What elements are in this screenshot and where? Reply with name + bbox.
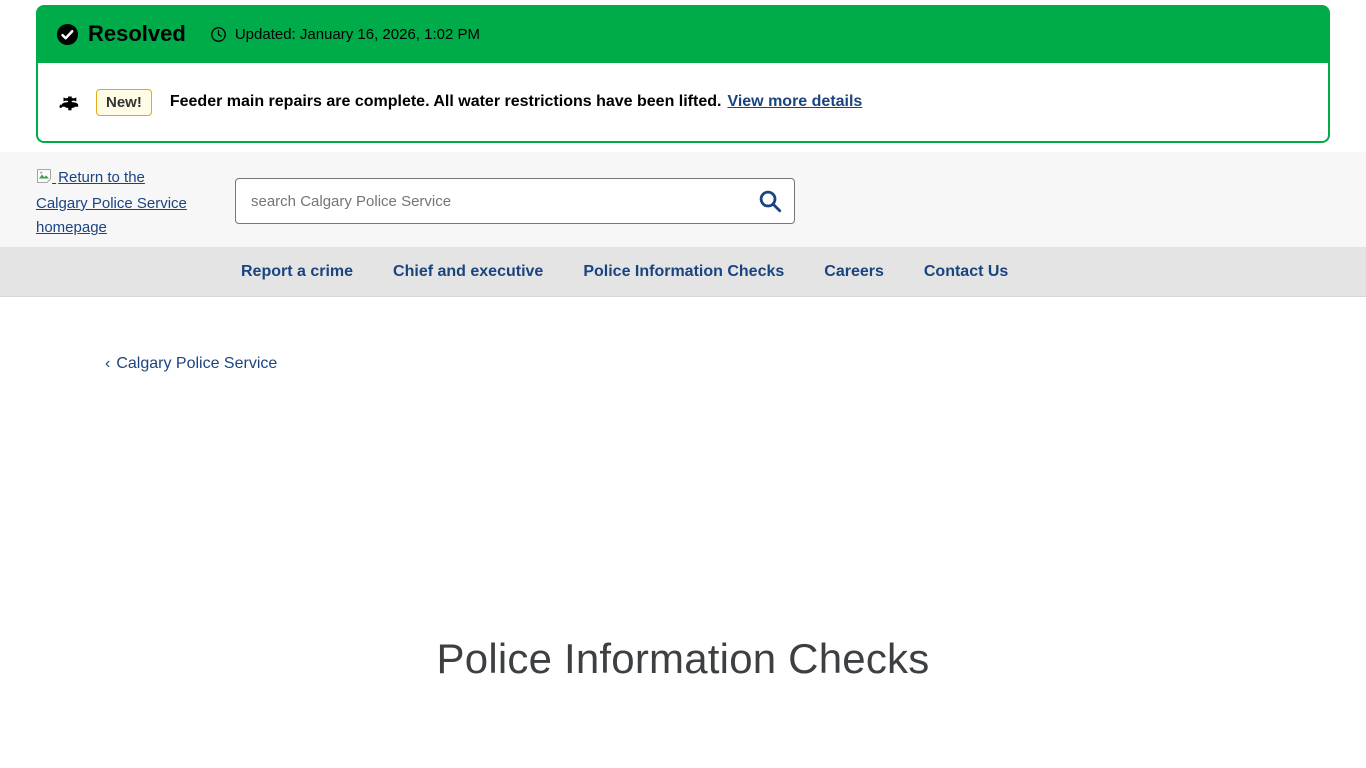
breadcrumb-link-calgary-police-service[interactable]: Calgary Police Service: [116, 355, 277, 373]
nav-item-careers[interactable]: Careers: [824, 263, 884, 281]
nav-item-contact-us[interactable]: Contact Us: [924, 263, 1008, 281]
breadcrumb: ‹ Calgary Police Service: [105, 355, 277, 373]
nav-item-report-a-crime[interactable]: Report a crime: [241, 263, 353, 281]
status-alert: Resolved Updated: January 16, 2026, 1:02…: [36, 5, 1330, 143]
alert-message: Feeder main repairs are complete. All wa…: [170, 93, 722, 111]
faucet-icon: [58, 91, 80, 113]
search-input[interactable]: [235, 178, 795, 224]
site-header: Return to the Calgary Police Service hom…: [0, 152, 1366, 247]
primary-nav: Report a crime Chief and executive Polic…: [0, 247, 1366, 297]
status-alert-body: New! Feeder main repairs are complete. A…: [36, 63, 1330, 143]
updated-timestamp: Updated: January 16, 2026, 1:02 PM: [210, 26, 480, 43]
homepage-logo-link[interactable]: Return to the Calgary Police Service hom…: [36, 166, 200, 240]
broken-image-icon: [36, 171, 56, 188]
chevron-left-icon: ‹: [105, 355, 110, 373]
view-more-details-link[interactable]: View more details: [727, 93, 862, 111]
check-circle-icon: [56, 23, 79, 46]
new-badge: New!: [96, 89, 152, 116]
status-alert-header: Resolved Updated: January 16, 2026, 1:02…: [36, 5, 1330, 63]
status-label: Resolved: [88, 21, 186, 47]
main-content: ‹ Calgary Police Service Police Informat…: [0, 297, 1366, 683]
search-button[interactable]: [757, 187, 785, 215]
nav-item-chief-and-executive[interactable]: Chief and executive: [393, 263, 543, 281]
page-title: Police Information Checks: [0, 635, 1366, 683]
search-icon: [757, 188, 783, 214]
search-box: [235, 178, 795, 224]
logo-alt-text: Return to the Calgary Police Service hom…: [36, 169, 187, 236]
nav-item-police-information-checks[interactable]: Police Information Checks: [583, 263, 784, 281]
clock-icon: [210, 26, 227, 43]
updated-text: Updated: January 16, 2026, 1:02 PM: [235, 26, 480, 43]
